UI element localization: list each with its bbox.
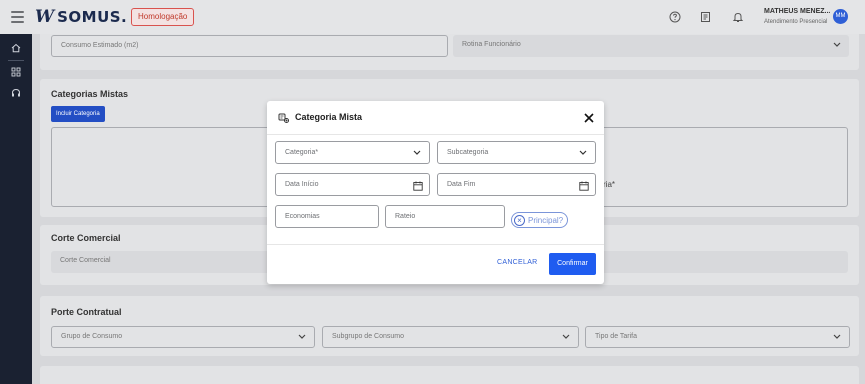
logo-text: SOMUS.: [57, 8, 128, 26]
principal-label: Principal?: [528, 215, 564, 225]
categorias-mistas-title: Categorias Mistas: [51, 89, 129, 99]
chevron-down-icon: [298, 327, 306, 354]
nav-divider: [8, 60, 24, 61]
calendar-icon[interactable]: [413, 179, 423, 191]
categoria-mista-modal: Categoria Mista Categoria* Subcategoria …: [267, 101, 604, 284]
grid-icon[interactable]: [11, 67, 21, 77]
chevron-down-icon: [833, 327, 841, 354]
subcategoria-select[interactable]: Subcategoria: [437, 141, 596, 164]
tipo-tarifa-placeholder: Tipo de Tarifa: [595, 333, 638, 340]
categoria-placeholder: Categoria*: [285, 149, 319, 156]
avatar[interactable]: MM: [833, 9, 848, 24]
corte-comercial-placeholder: Corte Comercial: [60, 257, 111, 264]
data-fim-placeholder: Data Fim: [447, 181, 476, 188]
user-name[interactable]: MATHEUS MENEZ...: [764, 8, 830, 15]
porte-contratual-card: Porte Contratual Grupo de Consumo Subgru…: [40, 296, 859, 356]
chevron-down-icon: [579, 142, 587, 171]
environment-badge: Homologação: [131, 8, 195, 26]
close-icon[interactable]: [583, 111, 595, 123]
chevron-down-icon: [413, 142, 421, 171]
data-fim-field[interactable]: Data Fim: [437, 173, 596, 196]
rateio-placeholder: Rateio: [395, 213, 416, 220]
logo-mark: W: [35, 7, 54, 27]
grupo-consumo-placeholder: Grupo de Consumo: [61, 333, 123, 340]
tipo-tarifa-select[interactable]: Tipo de Tarifa: [585, 326, 850, 348]
category-icon: [278, 111, 290, 123]
calendar-icon[interactable]: [579, 179, 589, 191]
economias-field[interactable]: Economias: [275, 205, 379, 228]
bell-icon[interactable]: [732, 11, 744, 23]
chevron-down-icon: [562, 327, 570, 354]
side-nav: [0, 34, 32, 384]
modal-title: Categoria Mista: [295, 112, 363, 122]
consumo-estimado-placeholder: Consumo Estimado (m2): [61, 42, 139, 49]
subgrupo-consumo-placeholder: Subgrupo de Consumo: [332, 333, 404, 340]
porte-contratual-title: Porte Contratual: [51, 307, 122, 317]
rotina-funcionario-placeholder: Rotina Funcionário: [462, 41, 521, 48]
rateio-field[interactable]: Rateio: [385, 205, 505, 228]
chevron-down-icon: [833, 35, 841, 62]
partial-label: ria*: [603, 180, 616, 189]
data-inicio-field[interactable]: Data Início: [275, 173, 430, 196]
top-bar: W SOMUS. Homologação MATHEUS MENEZ... At…: [0, 0, 865, 34]
data-inicio-placeholder: Data Início: [285, 181, 319, 188]
consumo-estimado-field[interactable]: Consumo Estimado (m2): [51, 35, 448, 57]
modal-header: Categoria Mista: [267, 101, 604, 135]
incluir-categoria-button[interactable]: Incluir Categoria: [51, 106, 105, 122]
categoria-select[interactable]: Categoria*: [275, 141, 430, 164]
consumo-card: Consumo Estimado (m2) Rotina Funcionário: [40, 34, 859, 70]
subcategoria-placeholder: Subcategoria: [447, 149, 489, 156]
grupo-consumo-select[interactable]: Grupo de Consumo: [51, 326, 315, 348]
economias-placeholder: Economias: [285, 213, 320, 220]
principal-toggle[interactable]: × Principal?: [511, 212, 569, 228]
logo[interactable]: W SOMUS.: [35, 7, 128, 27]
menu-icon[interactable]: [11, 11, 24, 23]
corte-comercial-title: Corte Comercial: [51, 233, 121, 243]
next-card: [40, 366, 859, 384]
user-role: Atendimento Presencial: [764, 19, 828, 25]
headset-icon[interactable]: [11, 88, 21, 98]
rotina-funcionario-select[interactable]: Rotina Funcionário: [453, 35, 849, 57]
close-circle-icon: ×: [514, 214, 525, 226]
help-icon[interactable]: [669, 11, 681, 23]
cancel-button[interactable]: CANCELAR: [497, 259, 538, 266]
notes-icon[interactable]: [700, 11, 712, 23]
home-icon[interactable]: [11, 43, 21, 53]
modal-divider: [267, 244, 604, 245]
subgrupo-consumo-select[interactable]: Subgrupo de Consumo: [322, 326, 579, 348]
confirm-button[interactable]: Confirmar: [549, 253, 596, 275]
